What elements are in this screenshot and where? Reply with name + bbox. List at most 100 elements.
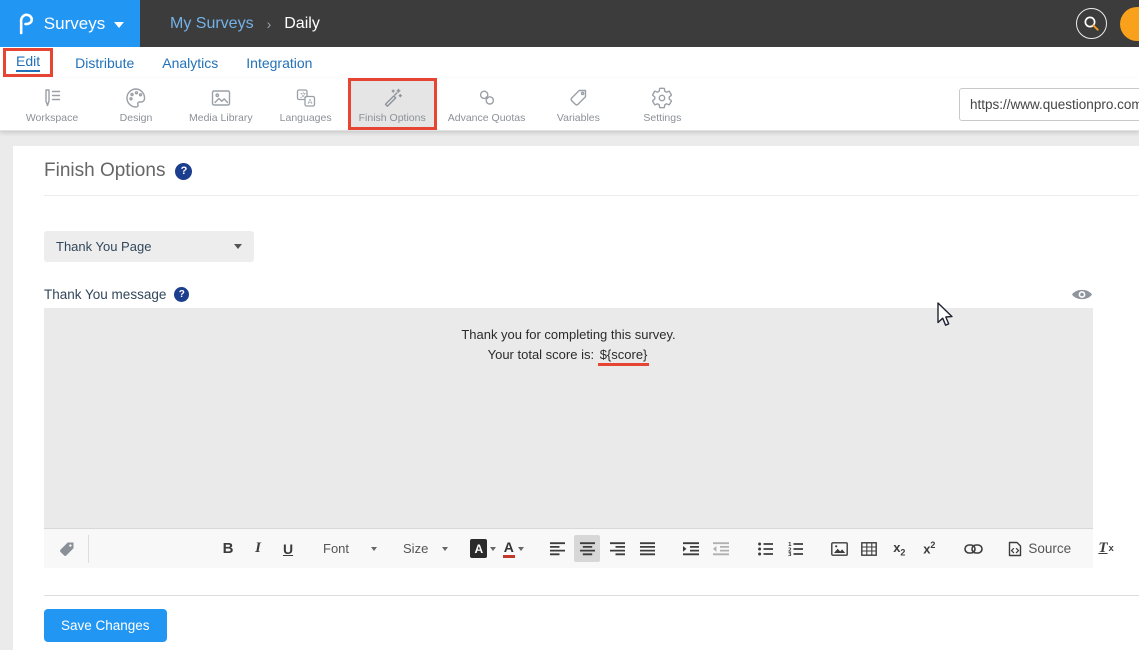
tag-icon bbox=[566, 84, 590, 111]
ribbon-label: Languages bbox=[280, 112, 332, 124]
finish-options-card: Finish Options ? Thank You Page Thank Yo… bbox=[13, 146, 1139, 650]
finish-type-value: Thank You Page bbox=[56, 239, 151, 254]
chevron-down-icon bbox=[518, 547, 524, 551]
align-center-icon bbox=[580, 542, 595, 556]
editor-line-1: Thank you for completing this survey. bbox=[44, 325, 1093, 345]
tab-distribute[interactable]: Distribute bbox=[75, 55, 134, 71]
survey-tabs: Edit Distribute Analytics Integration bbox=[0, 47, 1139, 78]
ribbon-item-variables[interactable]: Variables bbox=[536, 78, 620, 130]
breadcrumb-my-surveys[interactable]: My Surveys bbox=[170, 15, 254, 33]
ribbon-item-workspace[interactable]: Workspace bbox=[10, 78, 94, 130]
top-navbar: Surveys My Surveys › Daily Up bbox=[0, 0, 1139, 47]
save-changes-button[interactable]: Save Changes bbox=[44, 609, 167, 642]
questionpro-logo-icon bbox=[16, 12, 35, 35]
tab-analytics[interactable]: Analytics bbox=[162, 55, 218, 71]
editor-line-2: Your total score is: ${score} bbox=[44, 345, 1093, 365]
ribbon-item-settings[interactable]: Settings bbox=[620, 78, 704, 130]
numbered-list-button[interactable]: 123 bbox=[782, 535, 808, 562]
breadcrumb-current-survey: Daily bbox=[284, 15, 320, 33]
table-icon bbox=[861, 542, 877, 556]
justify-button[interactable] bbox=[634, 535, 660, 562]
insert-table-button[interactable] bbox=[856, 535, 882, 562]
page-title: Finish Options bbox=[44, 160, 165, 182]
annotation-box-edit: Edit bbox=[3, 48, 53, 77]
help-icon[interactable]: ? bbox=[174, 287, 189, 302]
ribbon-label: Design bbox=[120, 112, 153, 124]
help-icon[interactable]: ? bbox=[175, 163, 192, 180]
align-right-icon bbox=[610, 542, 625, 556]
surveys-menu-button[interactable]: Surveys bbox=[0, 0, 140, 47]
chevron-down-icon bbox=[442, 547, 448, 551]
text-color-button[interactable]: A bbox=[500, 535, 526, 562]
card-header: Finish Options ? bbox=[44, 146, 1139, 196]
indent-icon bbox=[683, 542, 699, 556]
ribbon-label: Finish Options bbox=[359, 112, 426, 124]
edit-ribbon: Workspace Design Media Library 文 bbox=[0, 78, 1139, 131]
finish-type-dropdown[interactable]: Thank You Page bbox=[44, 231, 254, 262]
numbered-list-icon: 123 bbox=[788, 542, 803, 556]
chevron-down-icon bbox=[234, 244, 242, 249]
eye-icon bbox=[1071, 287, 1093, 302]
chain-links-icon bbox=[475, 84, 499, 111]
ribbon-item-advance-quotas[interactable]: Advance Quotas bbox=[437, 78, 537, 130]
ribbon-item-design[interactable]: Design bbox=[94, 78, 178, 130]
align-center-button[interactable] bbox=[574, 535, 600, 562]
preview-button[interactable] bbox=[1071, 287, 1093, 302]
magic-wand-icon bbox=[380, 84, 404, 111]
search-button[interactable] bbox=[1076, 8, 1107, 39]
design-palette-icon bbox=[124, 84, 148, 111]
ribbon-item-media-library[interactable]: Media Library bbox=[178, 78, 264, 130]
size-dropdown[interactable]: Size bbox=[397, 541, 454, 556]
superscript-button[interactable]: x2 bbox=[916, 535, 942, 562]
subscript-button[interactable]: x2 bbox=[886, 535, 912, 562]
languages-icon: 文 A bbox=[294, 84, 318, 111]
align-right-button[interactable] bbox=[604, 535, 630, 562]
tab-edit[interactable]: Edit bbox=[16, 53, 40, 72]
brand-label: Surveys bbox=[44, 14, 105, 34]
remove-format-button[interactable]: Tx bbox=[1093, 535, 1119, 562]
link-icon bbox=[964, 544, 983, 554]
ribbon-label: Media Library bbox=[189, 112, 253, 124]
bullet-list-icon bbox=[758, 542, 773, 556]
upgrade-button[interactable]: Up bbox=[1120, 7, 1139, 41]
increase-indent-button[interactable] bbox=[678, 535, 704, 562]
section-divider bbox=[44, 595, 1139, 596]
insert-link-button[interactable] bbox=[960, 535, 986, 562]
insert-image-button[interactable] bbox=[826, 535, 852, 562]
insert-variable-tag-button[interactable] bbox=[54, 535, 80, 562]
justify-icon bbox=[640, 542, 655, 556]
ribbon-label: Workspace bbox=[26, 112, 78, 124]
source-button[interactable]: Source bbox=[1004, 535, 1075, 562]
ribbon-label: Variables bbox=[557, 112, 600, 124]
thank-you-message-label: Thank You message bbox=[44, 287, 166, 302]
chevron-down-icon bbox=[371, 547, 377, 551]
ribbon-label: Settings bbox=[643, 112, 681, 124]
editor-content-area[interactable]: Thank you for completing this survey. Yo… bbox=[44, 308, 1093, 528]
editor-toolbar: B I U Font Size A A bbox=[44, 528, 1093, 568]
tab-integration[interactable]: Integration bbox=[246, 55, 312, 71]
font-dropdown[interactable]: Font bbox=[317, 541, 383, 556]
outdent-icon bbox=[713, 542, 729, 556]
align-left-button[interactable] bbox=[544, 535, 570, 562]
ribbon-item-languages[interactable]: 文 A Languages bbox=[264, 78, 348, 130]
ribbon-label: Advance Quotas bbox=[448, 112, 526, 124]
chevron-down-icon bbox=[490, 547, 496, 551]
media-library-icon bbox=[209, 84, 233, 111]
tag-icon bbox=[58, 540, 76, 558]
thank-you-message-editor: Thank you for completing this survey. Yo… bbox=[44, 308, 1093, 568]
page-background: Finish Options ? Thank You Page Thank Yo… bbox=[0, 131, 1139, 650]
workspace-icon bbox=[40, 84, 64, 111]
search-icon bbox=[1083, 15, 1100, 32]
bold-button[interactable]: B bbox=[215, 535, 241, 562]
bullet-list-button[interactable] bbox=[752, 535, 778, 562]
underline-button[interactable]: U bbox=[275, 535, 301, 562]
decrease-indent-button[interactable] bbox=[708, 535, 734, 562]
italic-button[interactable]: I bbox=[245, 535, 271, 562]
breadcrumb: My Surveys › Daily bbox=[170, 15, 320, 33]
chevron-down-icon bbox=[114, 22, 124, 28]
background-color-button[interactable]: A bbox=[470, 535, 496, 562]
svg-text:A: A bbox=[307, 97, 312, 105]
ribbon-item-finish-options[interactable]: Finish Options bbox=[348, 78, 437, 130]
toolbar-divider bbox=[88, 535, 89, 563]
survey-url-input[interactable] bbox=[959, 88, 1139, 121]
